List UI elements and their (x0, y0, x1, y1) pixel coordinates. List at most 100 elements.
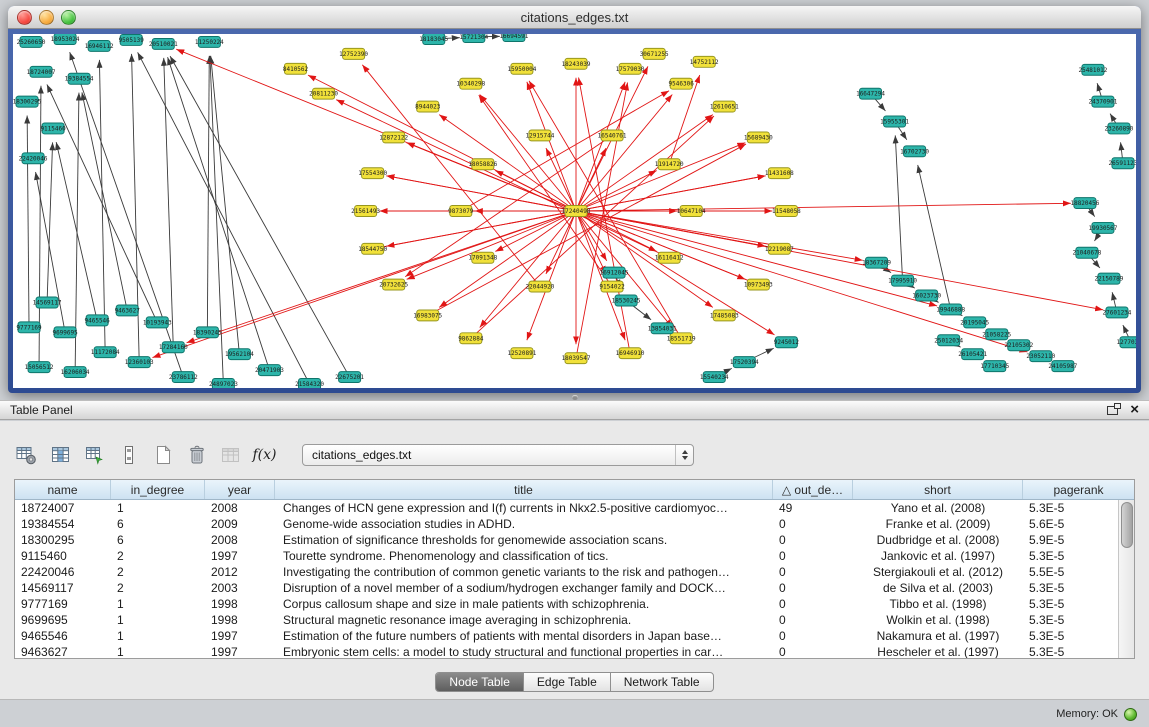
close-window-button[interactable] (17, 10, 32, 25)
new-file-icon[interactable] (150, 443, 175, 467)
table-cell[interactable]: 18724007 (15, 501, 111, 515)
table-cell[interactable]: Genome-wide association studies in ADHD. (275, 517, 773, 531)
graph-edge[interactable] (82, 92, 127, 310)
graph-edge[interactable] (918, 165, 951, 310)
table-cell[interactable]: 0 (773, 597, 853, 611)
show-columns-icon[interactable] (48, 443, 73, 467)
graph-node[interactable]: 10340298 (456, 78, 485, 89)
graph-node[interactable]: 25481012 (1078, 64, 1107, 75)
graph-node[interactable]: 8944023 (415, 101, 441, 112)
table-cell[interactable]: 1998 (205, 613, 275, 627)
import-table-icon[interactable] (218, 443, 243, 467)
graph-node[interactable]: 22150789 (1095, 273, 1124, 284)
vertical-scrollbar[interactable] (1118, 500, 1134, 658)
graph-node[interactable]: 11548058 (772, 206, 801, 217)
graph-node[interactable]: 15721304 (459, 34, 488, 42)
graph-node[interactable]: 16983075 (413, 310, 442, 321)
graph-node[interactable]: 23786112 (169, 372, 198, 383)
graph-node[interactable]: 11250224 (195, 36, 224, 47)
table-row[interactable]: 977716911998Corpus callosum shape and si… (15, 596, 1119, 612)
tab-node-table[interactable]: Node Table (436, 673, 524, 691)
graph-edge[interactable] (576, 211, 1027, 352)
table-cell[interactable]: 2 (111, 581, 205, 595)
graph-node[interactable]: 12360103 (125, 357, 154, 368)
function-builder-icon[interactable]: f(x) (252, 443, 277, 467)
graph-node[interactable]: 8410562 (283, 63, 309, 74)
graph-node[interactable]: 17485083 (710, 310, 739, 321)
table-cell[interactable]: Jankovic et al. (1997) (853, 549, 1023, 563)
graph-edge[interactable] (187, 211, 576, 343)
graph-edge[interactable] (211, 56, 240, 354)
table-cell[interactable]: Yano et al. (2008) (853, 501, 1023, 515)
graph-node[interactable]: 16912045 (600, 267, 629, 278)
column-header-short[interactable]: short (853, 480, 1023, 499)
graph-node[interactable]: 17520394 (730, 357, 759, 368)
graph-node[interactable]: 14569117 (33, 297, 62, 308)
graph-edge[interactable] (308, 75, 576, 211)
graph-node[interactable]: 18530245 (612, 295, 641, 306)
table-row[interactable]: 946554611997Estimation of the future num… (15, 628, 1119, 644)
graph-node[interactable]: 26105421 (958, 349, 987, 360)
graph-node[interactable]: 21584320 (295, 379, 324, 388)
graph-edge[interactable] (576, 115, 713, 211)
graph-edge[interactable] (527, 211, 576, 340)
graph-node[interactable]: 9154022 (599, 281, 625, 292)
graph-node[interactable]: 18039547 (562, 353, 591, 364)
table-cell[interactable]: 5.6E-5 (1023, 517, 1119, 531)
table-cell[interactable]: Structural magnetic resonance image aver… (275, 613, 773, 627)
graph-node[interactable]: 15689430 (744, 132, 773, 143)
column-header-title[interactable]: title (275, 480, 773, 499)
column-header-name[interactable]: name (15, 480, 111, 499)
graph-node[interactable]: 18820456 (1070, 198, 1099, 209)
zoom-window-button[interactable] (61, 10, 76, 25)
graph-node[interactable]: 22420046 (19, 153, 48, 164)
graph-edge[interactable] (439, 115, 576, 211)
graph-node[interactable]: 17091348 (468, 252, 497, 263)
table-cell[interactable]: 5.3E-5 (1023, 613, 1119, 627)
graph-node[interactable]: 15950004 (507, 63, 536, 74)
table-cell[interactable]: 0 (773, 517, 853, 531)
column-header-in_degree[interactable]: in_degree (111, 480, 205, 499)
table-cell[interactable]: 0 (773, 645, 853, 658)
edit-columns-icon[interactable] (82, 443, 107, 467)
graph-node[interactable]: 20195045 (960, 317, 989, 328)
graph-node[interactable]: 16206034 (61, 367, 90, 378)
graph-node[interactable]: 24897023 (209, 379, 238, 388)
table-cell[interactable]: 1997 (205, 549, 275, 563)
graph-node[interactable]: 19562104 (225, 349, 254, 360)
table-cell[interactable]: 1998 (205, 597, 275, 611)
graph-node[interactable]: 20732625 (379, 279, 408, 290)
table-cell[interactable]: 0 (773, 581, 853, 595)
window-titlebar[interactable]: citations_edges.txt (8, 6, 1141, 29)
graph-node[interactable]: 15540234 (700, 372, 729, 383)
table-cell[interactable]: 9115460 (15, 549, 111, 563)
graph-node[interactable]: 9465546 (85, 315, 111, 326)
table-cell[interactable]: 5.3E-5 (1023, 629, 1119, 643)
graph-node[interactable]: 15955301 (880, 116, 909, 127)
graph-edge[interactable] (56, 142, 97, 320)
table-cell[interactable]: 14569117 (15, 581, 111, 595)
minimize-window-button[interactable] (39, 10, 54, 25)
graph-node[interactable]: 16702730 (900, 146, 929, 157)
graph-node[interactable]: 18390245 (193, 327, 222, 338)
table-cell[interactable]: Corpus callosum shape and size in male p… (275, 597, 773, 611)
row-height-icon[interactable] (116, 443, 141, 467)
graph-node[interactable]: 16023730 (912, 290, 941, 301)
table-mode-icon[interactable] (14, 443, 39, 467)
graph-node[interactable]: 12520891 (507, 348, 536, 359)
table-row[interactable]: 1456911722003Disruption of a novel membe… (15, 580, 1119, 596)
table-cell[interactable]: 1 (111, 645, 205, 658)
graph-node[interactable]: 12770345 (1117, 337, 1136, 348)
graph-node[interactable]: 18367209 (862, 257, 891, 268)
table-cell[interactable]: Dudbridge et al. (2008) (853, 533, 1023, 547)
graph-node[interactable]: 17240498 (562, 206, 591, 217)
table-cell[interactable]: 9699695 (15, 613, 111, 627)
graph-node[interactable]: 17579030 (616, 63, 645, 74)
graph-node[interactable]: 30671255 (640, 48, 669, 59)
graph-node[interactable]: 9777169 (16, 322, 42, 333)
graph-node[interactable]: 18953024 (51, 34, 80, 44)
graph-node[interactable]: 12752390 (339, 48, 368, 59)
graph-node[interactable]: 16946112 (85, 40, 114, 51)
table-cell[interactable]: 18300295 (15, 533, 111, 547)
table-cell[interactable]: 19384554 (15, 517, 111, 531)
